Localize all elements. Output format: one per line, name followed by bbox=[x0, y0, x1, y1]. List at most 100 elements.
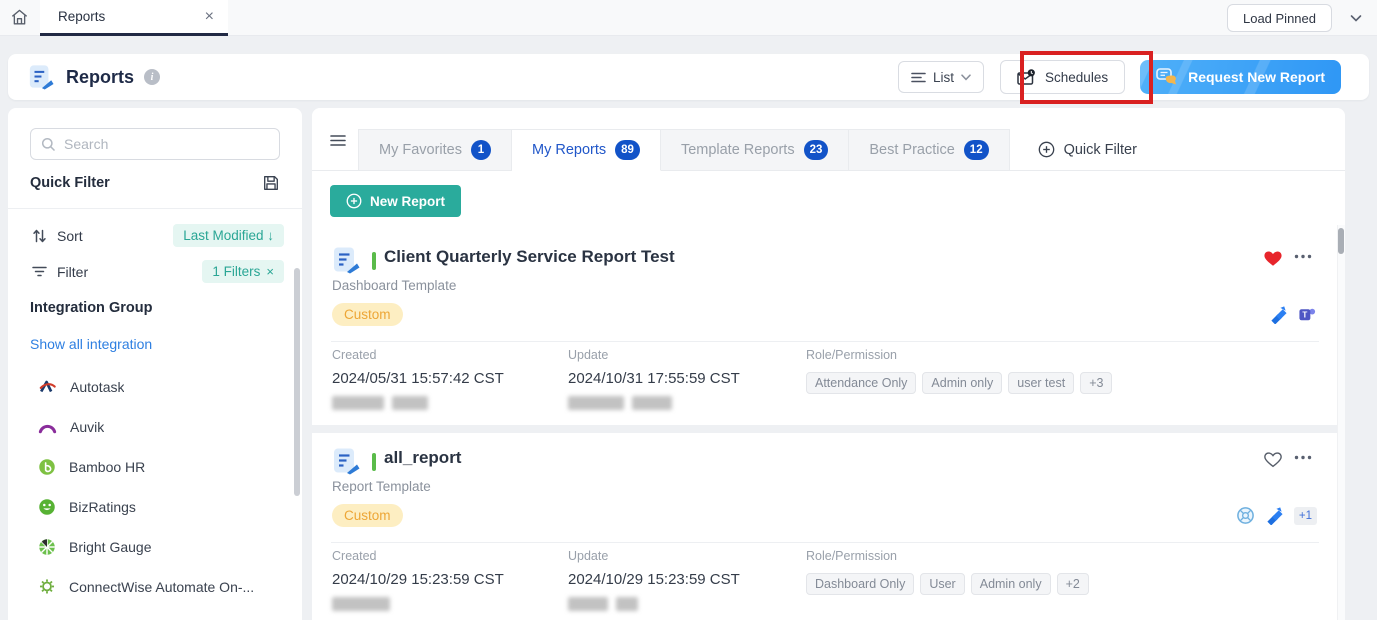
quick-filter-heading: Quick Filter bbox=[30, 175, 110, 191]
role-pill-more[interactable]: +2 bbox=[1057, 573, 1089, 595]
sidebar-item-autotask[interactable]: Autotask bbox=[38, 370, 288, 404]
schedules-label: Schedules bbox=[1045, 70, 1108, 85]
more-menu-icon[interactable] bbox=[1294, 254, 1312, 259]
role-pill: Dashboard Only bbox=[806, 573, 914, 595]
reports-module-icon bbox=[28, 64, 54, 90]
integration-label: Autotask bbox=[70, 379, 124, 395]
sidebar-scrollbar[interactable] bbox=[294, 268, 300, 496]
tab-count-badge: 23 bbox=[804, 140, 829, 160]
plus-circle-icon bbox=[346, 193, 362, 209]
update-value: 2024/10/29 15:23:59 CST bbox=[568, 571, 740, 588]
sidebar-item-bizratings[interactable]: BizRatings bbox=[38, 490, 288, 524]
new-report-label: New Report bbox=[370, 194, 445, 209]
tab-label: My Favorites bbox=[379, 142, 462, 158]
delivery-icons: +1 bbox=[1236, 506, 1317, 525]
divider bbox=[331, 542, 1319, 543]
request-label: Request New Report bbox=[1188, 69, 1325, 85]
created-value: 2024/10/29 15:23:59 CST bbox=[332, 571, 504, 588]
divider bbox=[8, 208, 302, 209]
schedules-icon bbox=[1017, 69, 1036, 86]
main-scrollbar-thumb[interactable] bbox=[1338, 228, 1344, 254]
page-header: Reports i List Schedules Request New Rep… bbox=[8, 54, 1369, 100]
custom-badge: Custom bbox=[332, 504, 403, 527]
plus-circle-icon bbox=[1038, 141, 1055, 158]
created-column: Created 2024/05/31 15:57:42 CST bbox=[332, 348, 504, 410]
tab-count-badge: 12 bbox=[964, 140, 989, 160]
integration-label: BizRatings bbox=[69, 499, 136, 515]
new-report-button[interactable]: New Report bbox=[330, 185, 461, 217]
request-new-report-button[interactable]: Request New Report bbox=[1140, 60, 1341, 94]
main-scrollbar-track[interactable] bbox=[1337, 225, 1345, 620]
info-icon[interactable]: i bbox=[144, 69, 160, 85]
quick-filter-button[interactable]: Quick Filter bbox=[1038, 129, 1137, 170]
sort-value-badge[interactable]: Last Modified ↓ bbox=[173, 224, 284, 247]
redacted-author bbox=[568, 597, 740, 611]
filter-value-badge[interactable]: 1 Filters × bbox=[202, 260, 284, 283]
report-card[interactable]: Client Quarterly Service Report Test Das… bbox=[312, 232, 1345, 425]
title-accent-bar bbox=[372, 252, 376, 270]
tab-count-badge: 89 bbox=[615, 140, 640, 160]
quick-filter-label: Quick Filter bbox=[1064, 142, 1137, 158]
show-all-integration-link[interactable]: Show all integration bbox=[30, 336, 152, 352]
filter-row: Filter 1 Filters × bbox=[32, 260, 284, 283]
search-icon bbox=[41, 137, 56, 152]
chevron-down-icon[interactable] bbox=[1349, 11, 1363, 25]
report-card[interactable]: all_report Report Template Custom +1 Cre… bbox=[312, 433, 1345, 620]
connectwise-gear-icon bbox=[38, 578, 56, 596]
view-mode-dropdown[interactable]: List bbox=[898, 61, 984, 93]
tab-best-practice[interactable]: Best Practice 12 bbox=[849, 129, 1009, 170]
custom-badge: Custom bbox=[332, 303, 403, 326]
report-type: Dashboard Template bbox=[332, 278, 456, 293]
sidebar-item-bright-gauge[interactable]: Bright Gauge bbox=[38, 530, 288, 564]
search-input[interactable] bbox=[64, 136, 269, 152]
tab-reports[interactable]: Reports × bbox=[40, 0, 228, 36]
collapse-sidebar-button[interactable] bbox=[322, 124, 354, 156]
chevron-down-icon bbox=[961, 74, 971, 81]
filter-clear-icon[interactable]: × bbox=[266, 264, 274, 279]
created-value: 2024/05/31 15:57:42 CST bbox=[332, 370, 504, 387]
sidebar: Quick Filter Sort Last Modified ↓ Filter… bbox=[8, 108, 302, 620]
home-button[interactable] bbox=[0, 0, 38, 35]
load-pinned-button[interactable]: Load Pinned bbox=[1227, 4, 1332, 32]
home-icon bbox=[10, 8, 29, 27]
tab-my-favorites[interactable]: My Favorites 1 bbox=[358, 129, 512, 170]
card-separator bbox=[312, 425, 1345, 433]
created-label: Created bbox=[332, 348, 504, 362]
save-icon[interactable] bbox=[262, 174, 280, 192]
autotask-icon bbox=[38, 378, 57, 396]
filter-icon bbox=[32, 265, 47, 278]
sidebar-item-auvik[interactable]: Auvik bbox=[38, 410, 288, 444]
schedules-button[interactable]: Schedules bbox=[1000, 60, 1125, 94]
more-integrations-badge[interactable]: +1 bbox=[1294, 507, 1317, 525]
sidebar-item-bamboo-hr[interactable]: Bamboo HR bbox=[38, 450, 288, 484]
integration-label: Bamboo HR bbox=[69, 459, 145, 475]
close-icon[interactable]: × bbox=[205, 9, 214, 25]
delivery-icons: T bbox=[1269, 305, 1317, 324]
browser-top-bar: Reports × Load Pinned bbox=[0, 0, 1377, 36]
role-column: Role/Permission Dashboard Only User Admi… bbox=[806, 549, 1089, 595]
role-pill-more[interactable]: +3 bbox=[1080, 372, 1112, 394]
tab-my-reports[interactable]: My Reports 89 bbox=[512, 129, 661, 171]
created-label: Created bbox=[332, 549, 504, 563]
report-title[interactable]: all_report bbox=[384, 448, 461, 468]
role-label: Role/Permission bbox=[806, 348, 1112, 362]
view-mode-label: List bbox=[933, 70, 954, 85]
tab-template-reports[interactable]: Template Reports 23 bbox=[661, 129, 849, 170]
redacted-author bbox=[332, 396, 504, 410]
tab-label: My Reports bbox=[532, 142, 606, 158]
more-menu-icon[interactable] bbox=[1294, 455, 1312, 460]
bizratings-icon bbox=[38, 498, 56, 516]
role-label: Role/Permission bbox=[806, 549, 1089, 563]
integration-group-heading: Integration Group bbox=[30, 300, 152, 316]
integration-label: ConnectWise Automate On-... bbox=[69, 579, 254, 595]
favorite-heart-outline-icon[interactable] bbox=[1263, 450, 1283, 468]
report-title[interactable]: Client Quarterly Service Report Test bbox=[384, 247, 675, 267]
update-column: Update 2024/10/29 15:23:59 CST bbox=[568, 549, 740, 611]
update-value: 2024/10/31 17:55:59 CST bbox=[568, 370, 740, 387]
favorite-heart-icon[interactable] bbox=[1263, 249, 1283, 267]
role-pill: Attendance Only bbox=[806, 372, 916, 394]
role-pill: Admin only bbox=[922, 372, 1002, 394]
tab-title: Reports bbox=[58, 9, 205, 24]
sidebar-item-connectwise-automate[interactable]: ConnectWise Automate On-... bbox=[38, 570, 288, 604]
role-column: Role/Permission Attendance Only Admin on… bbox=[806, 348, 1112, 394]
